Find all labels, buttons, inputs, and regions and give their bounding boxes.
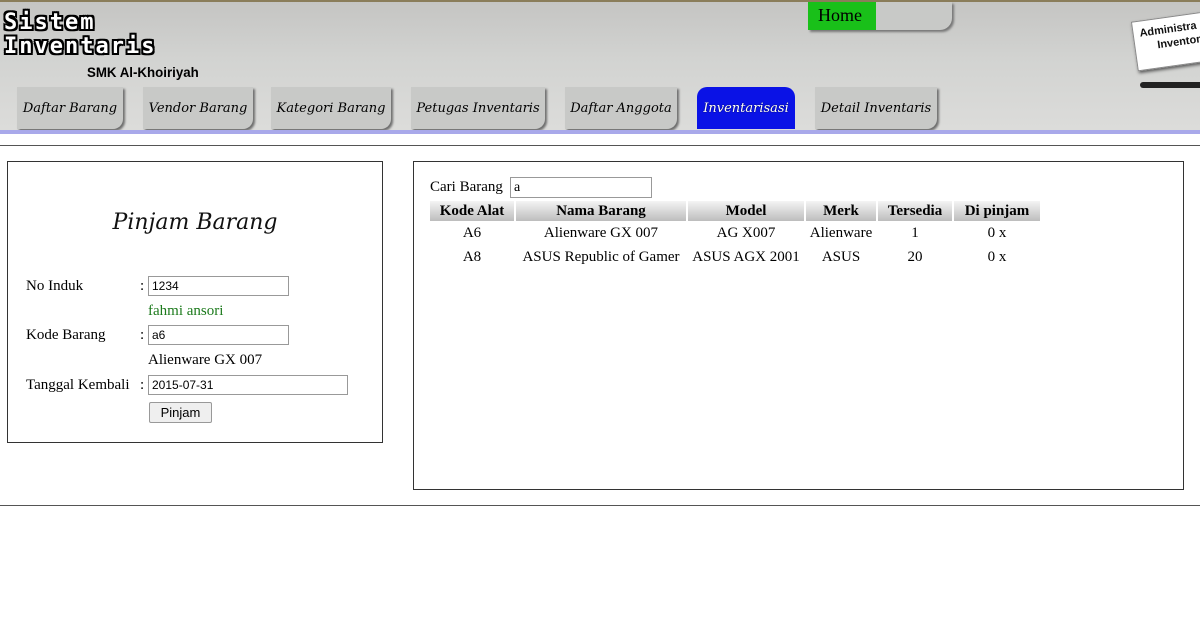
main-nav: Daftar Barang Vendor Barang Kategori Bar… [0, 87, 1200, 130]
tab-kategori-barang[interactable]: Kategori Barang [271, 87, 391, 129]
cell-di-pinjam: 0 x [987, 248, 1007, 265]
tab-daftar-anggota[interactable]: Daftar Anggota [565, 87, 677, 129]
cell-merk: ASUS [821, 248, 861, 265]
tanggal-kembali-input[interactable] [148, 375, 348, 395]
logo-title-line2: Inventaris [4, 34, 157, 59]
col-header-model: Model [688, 201, 804, 221]
home-tab: Home [808, 2, 952, 30]
kode-barang-label: Kode Barang [26, 327, 106, 343]
col-header-di-pinjam: Di pinjam [954, 201, 1040, 221]
pinjam-button[interactable]: Pinjam [149, 402, 212, 423]
table-header-row: Kode Alat Nama Barang Model Merk Tersedi… [430, 201, 1040, 221]
kode-barang-input[interactable] [148, 325, 289, 345]
cell-tersedia: 20 [907, 248, 923, 265]
col-header-tersedia: Tersedia [878, 201, 952, 221]
cell-kode-alat: A6 [462, 224, 482, 241]
tab-vendor-barang[interactable]: Vendor Barang [143, 87, 253, 129]
cell-nama-barang: ASUS Republic of Gamer [522, 248, 680, 265]
no-induk-label: No Induk [26, 278, 84, 294]
logo-title-line1: Sistem [4, 10, 96, 35]
tab-detail-inventaris[interactable]: Detail Inventaris [815, 87, 937, 129]
col-header-kode-alat: Kode Alat [430, 201, 514, 221]
item-search-panel: Cari Barang Kode Alat Nama Barang Model … [413, 161, 1184, 490]
header-top-border [0, 0, 1200, 2]
kode-barang-colon: : [140, 327, 145, 343]
admin-badge: Administra Inventor [1130, 10, 1200, 72]
col-header-nama-barang: Nama Barang [516, 201, 686, 221]
cell-model: AG X007 [716, 224, 776, 241]
nav-underline [0, 130, 1200, 134]
cell-model: ASUS AGX 2001 [692, 248, 800, 265]
tab-daftar-barang[interactable]: Daftar Barang [17, 87, 123, 129]
tanggal-kembali-label: Tanggal Kembali [26, 377, 130, 393]
site-header: Sistem Inventaris SMK Al-Khoiriyah Home … [0, 0, 1200, 130]
cell-tersedia: 1 [911, 224, 919, 241]
site-logo[interactable]: Sistem Inventaris SMK Al-Khoiriyah [4, 8, 234, 88]
content-top-rule [0, 145, 1200, 146]
search-label: Cari Barang [430, 179, 503, 195]
no-induk-colon: : [140, 278, 145, 294]
no-induk-hint: fahmi ansori [148, 303, 224, 319]
tab-inventarisasi[interactable]: Inventarisasi [697, 87, 795, 129]
tab-petugas-inventaris[interactable]: Petugas Inventaris [411, 87, 545, 129]
loan-form-panel: Pinjam Barang No Induk : fahmi ansori Ko… [7, 161, 383, 443]
home-button[interactable]: Home [808, 2, 876, 30]
items-table: Kode Alat Nama Barang Model Merk Tersedi… [428, 201, 1042, 269]
col-header-merk: Merk [806, 201, 876, 221]
kode-barang-hint: Alienware GX 007 [148, 352, 263, 368]
content-bottom-rule [0, 505, 1200, 506]
cell-merk: Alienware [809, 224, 873, 241]
table-row[interactable]: A6 Alienware GX 007 AG X007 Alienware 1 … [430, 221, 1040, 245]
table-row[interactable]: A8 ASUS Republic of Gamer ASUS AGX 2001 … [430, 245, 1040, 269]
cell-kode-alat: A8 [462, 248, 482, 265]
no-induk-input[interactable] [148, 276, 289, 296]
cell-di-pinjam: 0 x [987, 224, 1007, 241]
form-title: Pinjam Barang [112, 210, 278, 235]
search-input[interactable] [510, 177, 652, 198]
tanggal-kembali-colon: : [140, 377, 145, 393]
cell-nama-barang: Alienware GX 007 [543, 224, 659, 241]
logo-subtitle: SMK Al-Khoiriyah [86, 64, 199, 80]
